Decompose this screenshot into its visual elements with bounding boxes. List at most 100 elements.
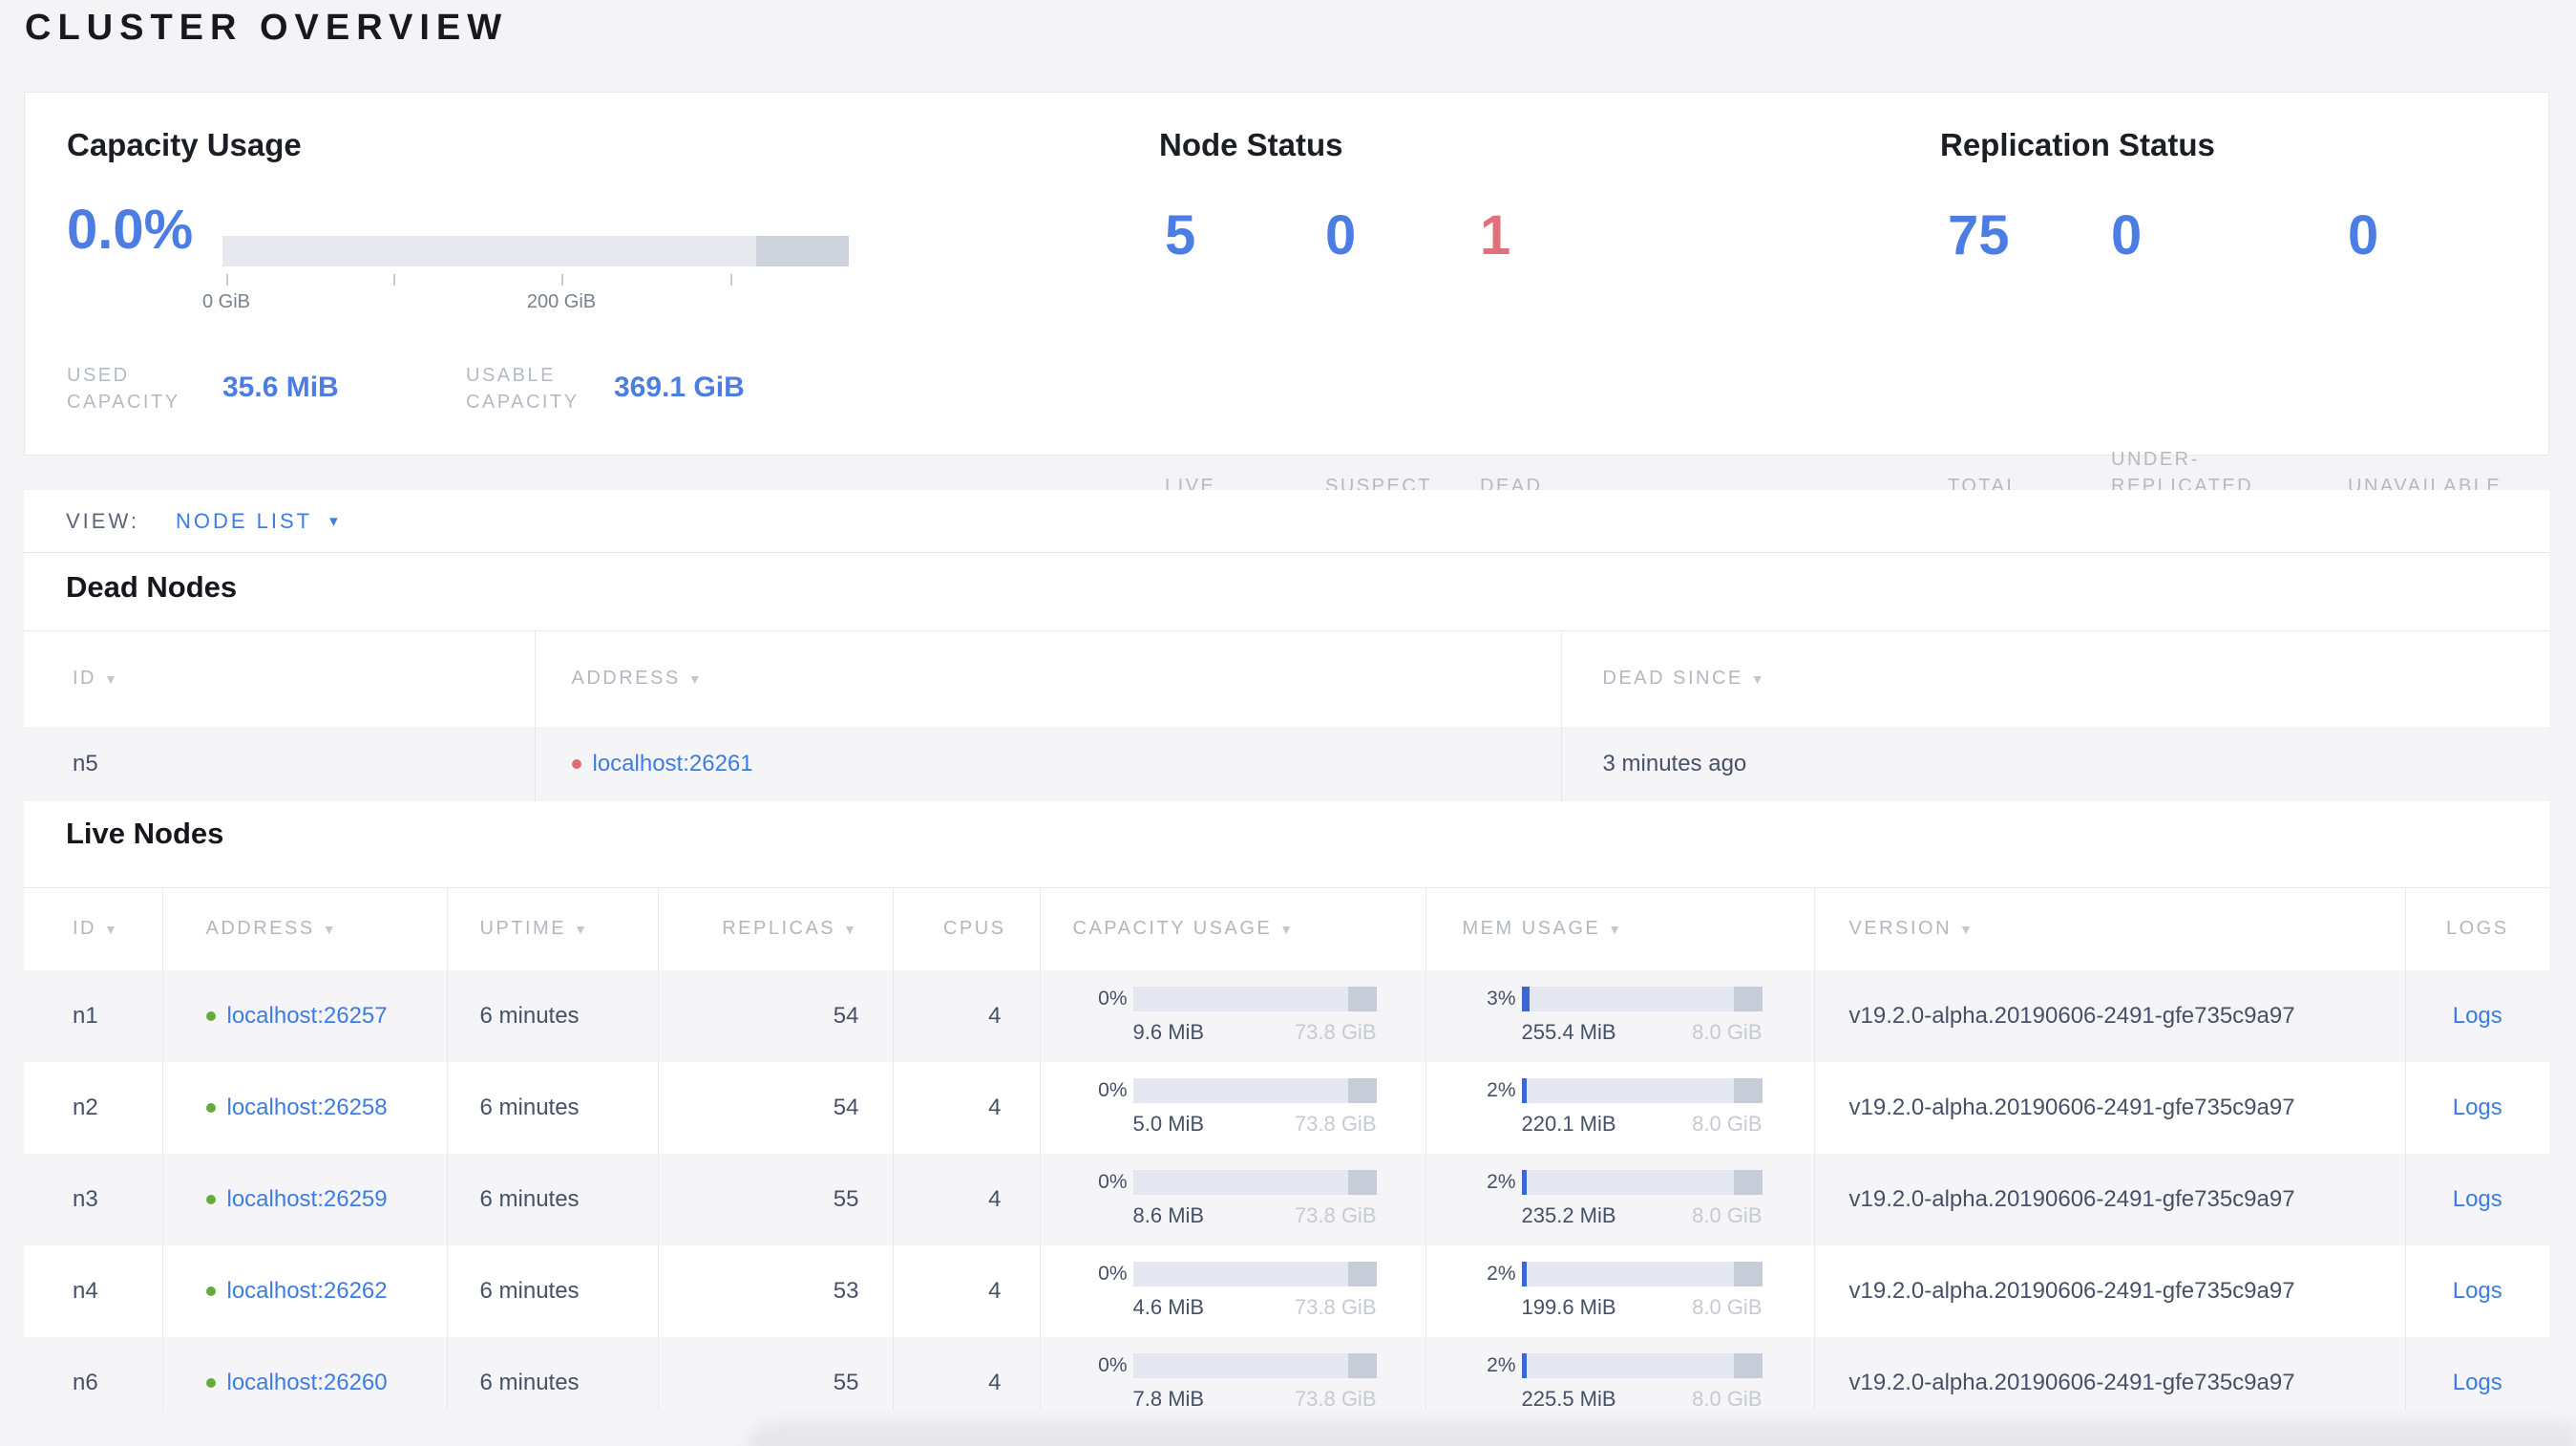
node-address-cell: localhost:26257 xyxy=(162,969,448,1062)
cpus-cell: 4 xyxy=(893,1153,1041,1245)
replicas-cell: 54 xyxy=(658,1061,894,1154)
dead-node-status-icon xyxy=(571,759,581,770)
capacity-usage-bar xyxy=(1132,1077,1377,1103)
axis-tick-label-200: 200 GiB xyxy=(526,291,597,312)
column-header-address[interactable]: ADDRESS ▼ xyxy=(162,887,448,970)
memory-usage-bar-fill xyxy=(1521,1169,1527,1195)
capacity-usage-bar xyxy=(1132,986,1377,1011)
version-cell: v19.2.0-alpha.20190606-2491-gfe735c9a97 xyxy=(1814,969,2406,1062)
memory-usage-bar xyxy=(1521,1352,1763,1378)
node-status-title: Node Status xyxy=(1159,127,1343,162)
memory-usage-cell: 3% 255.4 MiB 8.0 GiB xyxy=(1425,969,1815,1062)
memory-total-value: 8.0 GiB xyxy=(1692,1202,1763,1227)
memory-used-value: 220.1 MiB xyxy=(1521,1111,1616,1136)
memory-usage-bar-fill xyxy=(1521,1077,1527,1103)
node-address-link[interactable]: localhost:26261 xyxy=(593,751,753,776)
capacity-used-value: 5.0 MiB xyxy=(1132,1111,1205,1136)
sort-descending-icon: ▼ xyxy=(1608,922,1624,938)
usable-capacity-label: USABLE CAPACITY xyxy=(466,365,580,413)
used-capacity-value: 35.6 MiB xyxy=(222,372,339,403)
live-nodes-heading: Live Nodes xyxy=(66,817,224,850)
page-title: CLUSTER OVERVIEW xyxy=(25,8,509,48)
view-dropdown[interactable]: NODE LIST ▾ xyxy=(176,509,341,534)
capacity-usage-bar xyxy=(222,236,849,266)
capacity-usage-percent: 0% xyxy=(1098,1170,1128,1193)
live-nodes-header-row: ID ▼ ADDRESS ▼ UPTIME ▼ REPLICAS ▼ CPUS CAPACITY … xyxy=(24,887,2549,970)
dead-since-cell: 3 minutes ago xyxy=(1602,750,1747,776)
replicas-cell: 55 xyxy=(658,1153,894,1245)
logs-link[interactable]: Logs xyxy=(2453,1003,2502,1029)
capacity-usage-cell: 0% 4.6 MiB 73.8 GiB xyxy=(1040,1244,1426,1337)
capacity-total-value: 73.8 GiB xyxy=(1294,1111,1377,1136)
capacity-used-percent: 0.0% xyxy=(67,199,194,261)
logs-link[interactable]: Logs xyxy=(2453,1095,2502,1120)
memory-usage-bar-cap xyxy=(1733,1077,1763,1103)
column-header-replicas[interactable]: REPLICAS ▼ xyxy=(658,887,894,970)
logs-cell: Logs xyxy=(2405,1245,2549,1337)
node-address-cell: localhost:26259 xyxy=(162,1153,448,1245)
column-header-logs: LOGS xyxy=(2445,918,2509,940)
logs-cell: Logs xyxy=(2405,1062,2549,1154)
version-cell: v19.2.0-alpha.20190606-2491-gfe735c9a97 xyxy=(1814,1336,2406,1410)
sort-descending-icon: ▼ xyxy=(104,671,120,688)
logs-link[interactable]: Logs xyxy=(2453,1370,2502,1395)
memory-usage-bar-fill xyxy=(1521,1261,1527,1287)
logs-link[interactable]: Logs xyxy=(2453,1186,2502,1212)
logs-cell: Logs xyxy=(2405,1154,2549,1245)
memory-usage-percent: 2% xyxy=(1487,1078,1516,1101)
capacity-usage-percent: 0% xyxy=(1098,1353,1128,1376)
logs-link[interactable]: Logs xyxy=(2453,1278,2502,1304)
node-address-link[interactable]: localhost:26259 xyxy=(227,1186,388,1212)
memory-total-value: 8.0 GiB xyxy=(1692,1294,1763,1319)
memory-usage-bar-cap xyxy=(1733,1261,1763,1287)
column-header-address[interactable]: ADDRESS ▼ xyxy=(535,630,1562,727)
capacity-usage-bar-cap xyxy=(1347,1169,1377,1195)
column-header-dead-since[interactable]: DEAD SINCE ▼ xyxy=(1561,631,2549,727)
capacity-usage-percent: 0% xyxy=(1098,987,1128,1010)
overview-summary-panel: Capacity Usage 0.0% 0 GiB 200 GiB USED C… xyxy=(24,92,2549,523)
column-header-id[interactable]: ID ▼ xyxy=(24,630,536,727)
live-node-status-icon xyxy=(205,1287,216,1297)
sort-descending-icon: ▼ xyxy=(687,671,705,688)
sort-descending-icon: ▼ xyxy=(1959,922,1975,938)
capacity-total-value: 73.8 GiB xyxy=(1294,1294,1377,1319)
node-address-cell: localhost:26261 xyxy=(535,726,1562,801)
replication-status-title: Replication Status xyxy=(1940,127,2215,162)
memory-used-value: 235.2 MiB xyxy=(1521,1202,1616,1227)
version-cell: v19.2.0-alpha.20190606-2491-gfe735c9a97 xyxy=(1814,1244,2406,1337)
node-address-link[interactable]: localhost:26260 xyxy=(227,1370,388,1395)
axis-tick-label-0: 0 GiB xyxy=(201,291,251,312)
used-capacity-label: USED CAPACITY xyxy=(67,365,180,413)
uptime-cell: 6 minutes xyxy=(447,1153,659,1245)
memory-used-value: 225.5 MiB xyxy=(1521,1386,1616,1411)
column-header-mem-usage[interactable]: MEM USAGE ▼ xyxy=(1425,887,1815,970)
axis-tick xyxy=(393,274,395,286)
capacity-bar-reserved-segment xyxy=(755,236,849,266)
node-address-link[interactable]: localhost:26262 xyxy=(227,1278,388,1304)
capacity-usage-percent: 0% xyxy=(1098,1078,1128,1101)
memory-usage-bar xyxy=(1521,1077,1763,1103)
memory-usage-cell: 2% 235.2 MiB 8.0 GiB xyxy=(1425,1153,1815,1245)
column-header-id[interactable]: ID ▼ xyxy=(24,887,163,970)
node-address-link[interactable]: localhost:26258 xyxy=(227,1095,388,1120)
sort-descending-icon: ▼ xyxy=(574,922,590,938)
column-header-capacity-usage[interactable]: CAPACITY USAGE ▼ xyxy=(1040,887,1426,970)
memory-usage-percent: 2% xyxy=(1487,1353,1516,1376)
capacity-usage-bar xyxy=(1132,1261,1377,1287)
logs-cell: Logs xyxy=(2405,1337,2549,1411)
version-cell: v19.2.0-alpha.20190606-2491-gfe735c9a97 xyxy=(1814,1061,2406,1154)
node-address-link[interactable]: localhost:26257 xyxy=(227,1003,388,1029)
column-header-uptime[interactable]: UPTIME ▼ xyxy=(447,887,659,970)
usable-capacity-value: 369.1 GiB xyxy=(614,372,745,403)
column-header-version[interactable]: VERSION ▼ xyxy=(1814,887,2406,970)
view-dropdown-value: NODE LIST xyxy=(175,508,313,533)
capacity-usage-cell: 0% 5.0 MiB 73.8 GiB xyxy=(1040,1061,1426,1154)
memory-usage-bar xyxy=(1521,1261,1763,1287)
node-status-stat-value: 1 xyxy=(1480,204,1511,266)
live-node-row: n6 localhost:26260 6 minutes 55 4 0% 7.8 MiB 73… xyxy=(24,1336,2549,1411)
sort-descending-icon: ▼ xyxy=(843,922,859,938)
dead-nodes-heading: Dead Nodes xyxy=(66,570,238,604)
sort-descending-icon: ▼ xyxy=(1750,671,1767,688)
memory-usage-bar-fill xyxy=(1521,986,1530,1011)
node-id-cell: n5 xyxy=(24,726,536,801)
